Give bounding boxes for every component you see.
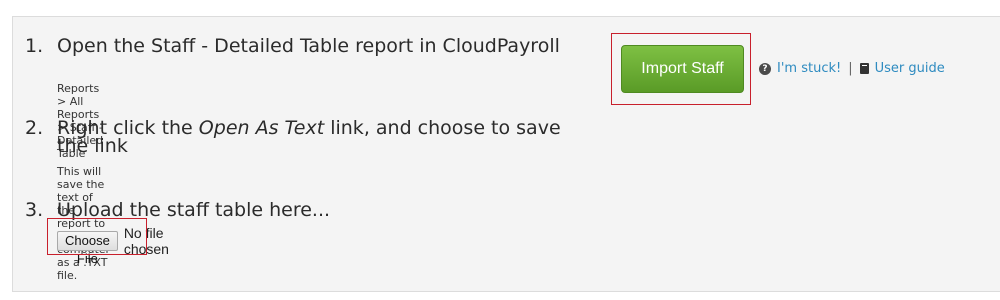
choose-file-highlight bbox=[47, 218, 147, 255]
import-staff-button[interactable]: Import Staff bbox=[621, 45, 744, 93]
user-guide-link[interactable]: User guide bbox=[875, 61, 945, 76]
book-icon bbox=[859, 63, 869, 74]
step-title: Open the Staff - Detailed Table report i… bbox=[57, 35, 560, 57]
step-number: 1. bbox=[25, 35, 44, 57]
link-separator: | bbox=[848, 61, 853, 76]
step-number: 3. bbox=[25, 199, 44, 221]
import-panel: 1. Open the Staff - Detailed Table repor… bbox=[12, 16, 1000, 292]
im-stuck-link[interactable]: I'm stuck! bbox=[777, 61, 841, 76]
step-title: Right click the Open As Text link, and c… bbox=[57, 117, 577, 156]
open-as-text-emphasis: Open As Text bbox=[198, 117, 325, 139]
question-circle-icon: ? bbox=[759, 62, 771, 75]
help-links: ? I'm stuck! | User guide bbox=[759, 61, 945, 76]
step-title: Upload the staff table here... bbox=[57, 199, 331, 221]
step-number: 2. bbox=[25, 117, 44, 139]
